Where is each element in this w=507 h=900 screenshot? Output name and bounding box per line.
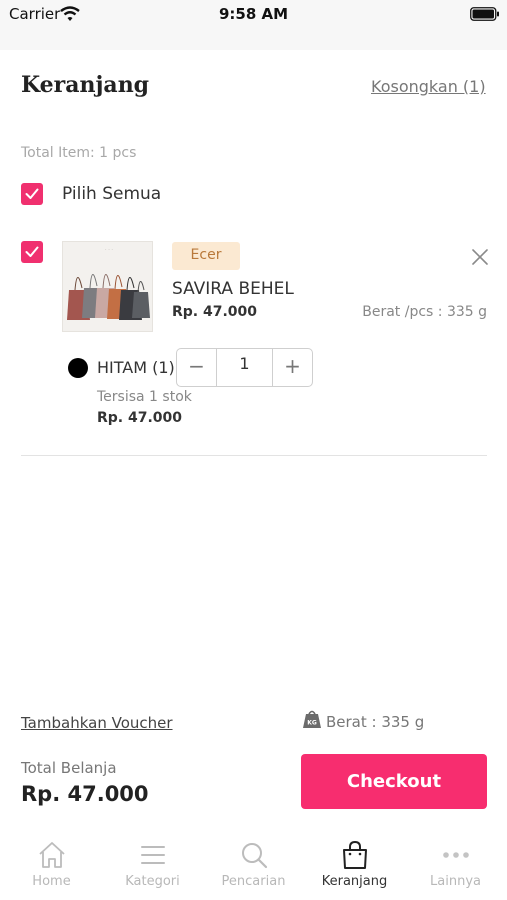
total-label: Total Belanja bbox=[21, 759, 117, 777]
svg-text:KG: KG bbox=[307, 720, 317, 727]
more-icon bbox=[443, 852, 469, 858]
tab-label: Lainnya bbox=[430, 874, 481, 889]
select-all-checkbox[interactable] bbox=[21, 183, 43, 205]
tab-keranjang[interactable]: Keranjang bbox=[304, 830, 405, 900]
quantity-value[interactable]: 1 bbox=[217, 349, 272, 386]
product-price: Rp. 47.000 bbox=[172, 304, 258, 320]
page-title: Keranjang bbox=[21, 72, 150, 98]
variant-color-swatch bbox=[68, 358, 88, 378]
home-icon bbox=[39, 842, 65, 868]
checkout-button[interactable]: Checkout bbox=[301, 754, 487, 809]
stock-remaining: Tersisa 1 stok bbox=[97, 389, 192, 405]
checkmark-icon bbox=[25, 188, 39, 199]
battery-icon bbox=[470, 7, 499, 21]
increment-button[interactable]: + bbox=[272, 349, 312, 386]
item-checkbox[interactable] bbox=[21, 241, 43, 263]
retail-badge: Ecer bbox=[172, 242, 240, 270]
divider bbox=[21, 455, 487, 456]
search-icon bbox=[242, 843, 268, 869]
svg-text:· · ·: · · · bbox=[105, 247, 113, 253]
select-all-label[interactable]: Pilih Semua bbox=[62, 184, 161, 204]
close-icon[interactable] bbox=[471, 248, 489, 266]
product-name[interactable]: SAVIRA BEHEL bbox=[172, 279, 294, 299]
checkmark-icon bbox=[25, 246, 39, 257]
tab-pencarian[interactable]: Pencarian bbox=[203, 830, 304, 900]
status-bar: Carrier 9:58 AM bbox=[0, 0, 507, 50]
tab-label: Keranjang bbox=[321, 874, 388, 889]
add-voucher-link[interactable]: Tambahkan Voucher bbox=[21, 714, 173, 732]
variant-price: Rp. 47.000 bbox=[97, 410, 183, 426]
total-item-label: Total Item: 1 pcs bbox=[21, 145, 137, 161]
tab-kategori[interactable]: Kategori bbox=[102, 830, 203, 900]
total-value: Rp. 47.000 bbox=[21, 782, 149, 806]
tab-bar: Home Kategori Pencarian Keranjang Lainny… bbox=[0, 830, 507, 900]
status-time: 9:58 AM bbox=[218, 5, 289, 23]
product-image[interactable]: · · · bbox=[62, 241, 153, 332]
tab-label: Home bbox=[32, 874, 71, 889]
menu-icon bbox=[141, 846, 165, 864]
tab-label: Kategori bbox=[125, 874, 180, 889]
weight-icon: KG bbox=[303, 710, 321, 728]
tab-label: Pencarian bbox=[221, 874, 286, 889]
bags-illustration: · · · bbox=[63, 242, 152, 331]
variant-name: HITAM (1) bbox=[97, 358, 175, 377]
product-weight: Berat /pcs : 335 g bbox=[362, 304, 487, 320]
badge-label: Ecer bbox=[190, 247, 222, 263]
bag-icon bbox=[343, 840, 367, 869]
quantity-stepper[interactable]: − 1 + bbox=[176, 348, 313, 387]
tab-home[interactable]: Home bbox=[1, 830, 102, 900]
clear-cart-link[interactable]: Kosongkan (1) bbox=[371, 77, 486, 96]
total-weight: Berat : 335 g bbox=[326, 713, 425, 731]
tab-lainnya[interactable]: Lainnya bbox=[405, 830, 506, 900]
decrement-button[interactable]: − bbox=[177, 349, 217, 386]
